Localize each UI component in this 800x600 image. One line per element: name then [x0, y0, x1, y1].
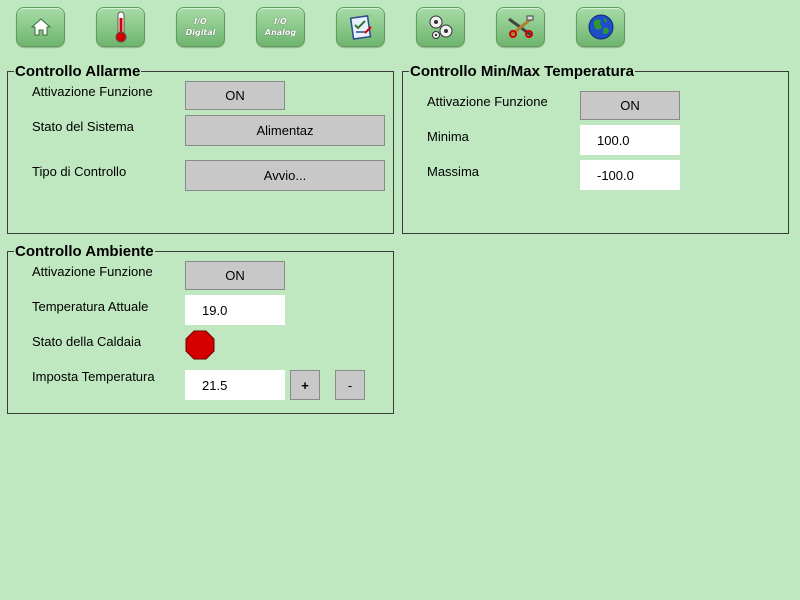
alarm-function-toggle[interactable]: ON [185, 81, 285, 110]
io-digital-label: I/O Digital [186, 16, 216, 38]
ambient-function-toggle[interactable]: ON [185, 261, 285, 290]
io-analog-label: I/O Analog [265, 16, 296, 38]
gears-icon [429, 15, 452, 39]
minmax-control-title: Controllo Min/Max Temperatura [409, 63, 635, 80]
io-analog-label-line1: I/O [274, 17, 287, 26]
min-temp-label: Minima [427, 129, 469, 144]
io-analog-label-line2: Analog [264, 28, 297, 37]
tools-icon [507, 15, 533, 38]
decrease-temp-button[interactable]: - [335, 370, 365, 400]
thermometer-icon [115, 11, 126, 43]
io-digital-label-line1: I/O [194, 17, 207, 26]
checklist-button[interactable] [336, 7, 385, 47]
home-button[interactable] [16, 7, 65, 47]
min-temp-field[interactable]: 100.0 [580, 125, 680, 155]
globe-icon [588, 14, 613, 40]
max-temp-label: Massima [427, 164, 480, 179]
set-temp-label: Imposta Temperatura [32, 369, 155, 384]
clipboard-icon [349, 14, 372, 40]
home-icon [30, 18, 51, 36]
minmax-function-label: Attivazione Funzione [427, 94, 548, 109]
io-analog-button[interactable]: I/O Analog [256, 7, 305, 47]
minmax-function-toggle[interactable]: ON [580, 91, 680, 120]
alarm-function-label: Attivazione Funzione [32, 84, 153, 99]
boiler-status-indicator [185, 330, 215, 360]
current-temp-field: 19.0 [185, 295, 285, 325]
system-state-button[interactable]: Alimentaz [185, 115, 385, 146]
alarm-control-title: Controllo Allarme [14, 63, 142, 80]
ambient-function-label: Attivazione Funzione [32, 264, 153, 279]
tools-button[interactable] [496, 7, 545, 47]
io-digital-label-line2: Digital [185, 28, 216, 37]
settings-button[interactable] [416, 7, 465, 47]
network-button[interactable] [576, 7, 625, 47]
max-temp-field[interactable]: -100.0 [580, 160, 680, 190]
control-type-button[interactable]: Avvio... [185, 160, 385, 191]
temperature-button[interactable] [96, 7, 145, 47]
set-temp-field[interactable]: 21.5 [185, 370, 285, 400]
io-digital-button[interactable]: I/O Digital [176, 7, 225, 47]
system-state-label: Stato del Sistema [32, 119, 134, 134]
current-temp-label: Temperatura Attuale [32, 299, 149, 314]
ambient-control-title: Controllo Ambiente [14, 243, 155, 260]
control-type-label: Tipo di Controllo [32, 164, 127, 179]
increase-temp-button[interactable]: + [290, 370, 320, 400]
boiler-state-label: Stato della Caldaia [32, 334, 142, 349]
